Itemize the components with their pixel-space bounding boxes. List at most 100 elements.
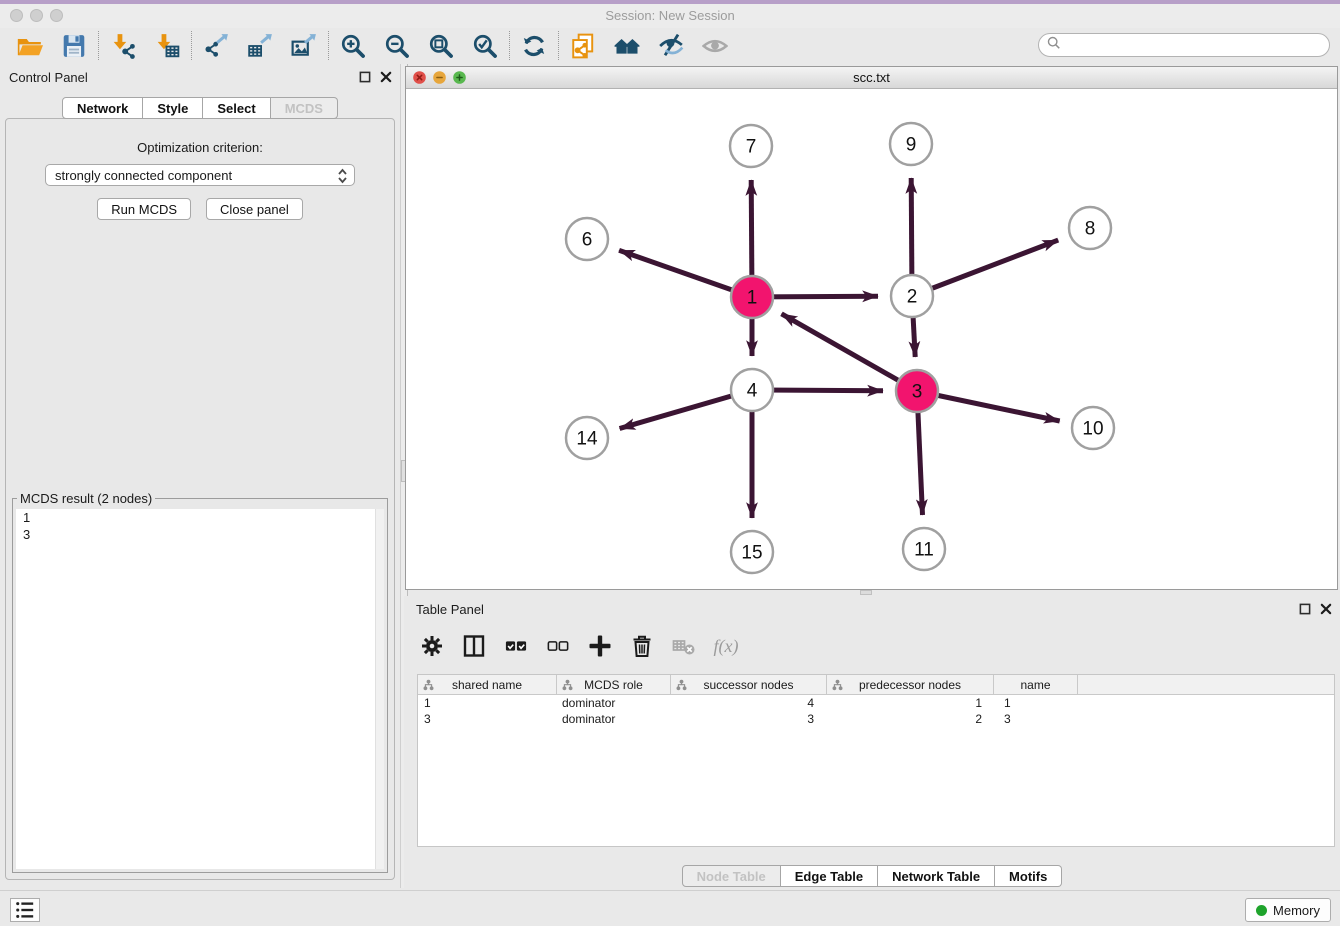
optimization-criterion-label: Optimization criterion:: [6, 140, 394, 155]
node-6[interactable]: 6: [566, 218, 608, 260]
control-panel: Control Panel NetworkStyleSelectMCDS Opt…: [0, 64, 400, 888]
app-title: Session: New Session: [0, 8, 1340, 23]
export-table-icon[interactable]: [238, 30, 282, 61]
node-label: 4: [747, 381, 758, 402]
clone-network-icon[interactable]: [561, 30, 605, 61]
edge-3-1[interactable]: [782, 314, 918, 391]
tab-node-table[interactable]: Node Table: [682, 865, 781, 887]
table-header-row: shared nameMCDS rolesuccessor nodesprede…: [418, 675, 1334, 695]
zoom-in-icon[interactable]: [331, 30, 375, 61]
zoom-selected-icon[interactable]: [463, 30, 507, 61]
node-2[interactable]: 2: [891, 275, 933, 317]
tab-edge-table[interactable]: Edge Table: [781, 865, 878, 887]
destroy-table-icon: [670, 631, 698, 661]
optimization-criterion-dropdown[interactable]: strongly connected component: [45, 164, 355, 186]
node-8[interactable]: 8: [1069, 207, 1111, 249]
close-table-panel-icon[interactable]: [1320, 602, 1332, 620]
dropdown-stepper-icon: [336, 167, 349, 188]
node-4[interactable]: 4: [731, 369, 773, 411]
function-builder-icon: f(x): [712, 631, 740, 661]
cell-predecessor-nodes[interactable]: 2: [827, 711, 994, 727]
cell-name[interactable]: 3: [994, 711, 1078, 727]
tab-motifs[interactable]: Motifs: [995, 865, 1062, 887]
float-table-panel-icon[interactable]: [1299, 602, 1311, 620]
refresh-icon[interactable]: [512, 30, 556, 61]
tab-mcds[interactable]: MCDS: [271, 97, 338, 119]
search-box[interactable]: [1038, 33, 1330, 57]
edge-2-8[interactable]: [912, 240, 1058, 296]
zoom-fit-icon[interactable]: [419, 30, 463, 61]
mcds-result-line: 3: [16, 526, 384, 543]
zoom-out-icon[interactable]: [375, 30, 419, 61]
column-header-successor-nodes[interactable]: successor nodes: [671, 675, 827, 694]
tab-network[interactable]: Network: [62, 97, 143, 119]
close-panel-icon[interactable]: [380, 70, 392, 88]
float-panel-icon[interactable]: [359, 70, 371, 88]
cell-MCDS-role[interactable]: dominator: [557, 695, 671, 711]
search-input[interactable]: [1066, 36, 1329, 54]
column-header-MCDS-role[interactable]: MCDS role: [557, 675, 671, 694]
result-scrollbar[interactable]: [375, 509, 384, 869]
task-history-button[interactable]: [10, 898, 40, 922]
delete-column-icon[interactable]: [628, 631, 656, 661]
node-label: 14: [576, 429, 598, 450]
mcds-result-title: MCDS result (2 nodes): [17, 491, 155, 506]
run-mcds-button[interactable]: Run MCDS: [97, 198, 191, 220]
node-7[interactable]: 7: [730, 125, 772, 167]
mcds-result-textarea[interactable]: 13: [16, 509, 384, 869]
select-all-columns-icon[interactable]: [502, 631, 530, 661]
horizontal-splitter-handle[interactable]: [860, 590, 872, 595]
table-row[interactable]: 1dominator411: [418, 695, 1334, 711]
cell-shared-name[interactable]: 1: [418, 695, 557, 711]
add-column-icon[interactable]: [586, 631, 614, 661]
cell-successor-nodes[interactable]: 4: [671, 695, 827, 711]
node-3[interactable]: 3: [896, 370, 938, 412]
cell-successor-nodes[interactable]: 3: [671, 711, 827, 727]
node-9[interactable]: 9: [890, 123, 932, 165]
memory-status-dot: [1256, 905, 1267, 916]
toolbar-separator: [328, 31, 329, 60]
memory-label: Memory: [1273, 903, 1320, 918]
toolbar-separator: [558, 31, 559, 60]
first-neighbors-icon[interactable]: [605, 30, 649, 61]
tab-network-table[interactable]: Network Table: [878, 865, 995, 887]
toolbar-separator: [509, 31, 510, 60]
node-14[interactable]: 14: [566, 417, 608, 459]
network-window-titlebar[interactable]: scc.txt: [406, 67, 1337, 89]
node-10[interactable]: 10: [1072, 407, 1114, 449]
export-image-icon[interactable]: [282, 30, 326, 61]
hide-graphics-details-icon[interactable]: [649, 30, 693, 61]
network-canvas[interactable]: 7 9 6 8 1 2 4 3 14 10 15 11: [406, 89, 1337, 589]
column-header-shared-name[interactable]: shared name: [418, 675, 557, 694]
node-11[interactable]: 11: [903, 528, 945, 570]
cell-shared-name[interactable]: 3: [418, 711, 557, 727]
node-label: 7: [746, 137, 757, 158]
deselect-all-columns-icon[interactable]: [544, 631, 572, 661]
mcds-tab-content: Optimization criterion: strongly connect…: [5, 118, 395, 880]
column-header-name[interactable]: name: [994, 675, 1078, 694]
node-label: 1: [747, 288, 758, 309]
mcds-result-fieldset: MCDS result (2 nodes) 13: [12, 491, 388, 873]
tab-select[interactable]: Select: [203, 97, 270, 119]
mcds-result-line: 1: [16, 509, 384, 526]
table-settings-icon[interactable]: [418, 631, 446, 661]
column-panel-icon[interactable]: [460, 631, 488, 661]
export-network-icon[interactable]: [194, 30, 238, 61]
import-network-icon[interactable]: [101, 30, 145, 61]
close-panel-button[interactable]: Close panel: [206, 198, 303, 220]
cell-predecessor-nodes[interactable]: 1: [827, 695, 994, 711]
save-session-icon[interactable]: [52, 30, 96, 61]
table-tabs: Node TableEdge TableNetwork TableMotifs: [404, 865, 1340, 887]
table-row[interactable]: 3dominator323: [418, 711, 1334, 727]
node-15[interactable]: 15: [731, 531, 773, 573]
node-label: 3: [912, 382, 923, 403]
column-header-predecessor-nodes[interactable]: predecessor nodes: [827, 675, 994, 694]
cell-name[interactable]: 1: [994, 695, 1078, 711]
tab-style[interactable]: Style: [143, 97, 203, 119]
import-table-icon[interactable]: [145, 30, 189, 61]
open-session-icon[interactable]: [8, 30, 52, 61]
memory-button[interactable]: Memory: [1245, 898, 1331, 922]
desktop-background-strip: [0, 0, 1340, 4]
node-1[interactable]: 1: [731, 276, 773, 318]
cell-MCDS-role[interactable]: dominator: [557, 711, 671, 727]
